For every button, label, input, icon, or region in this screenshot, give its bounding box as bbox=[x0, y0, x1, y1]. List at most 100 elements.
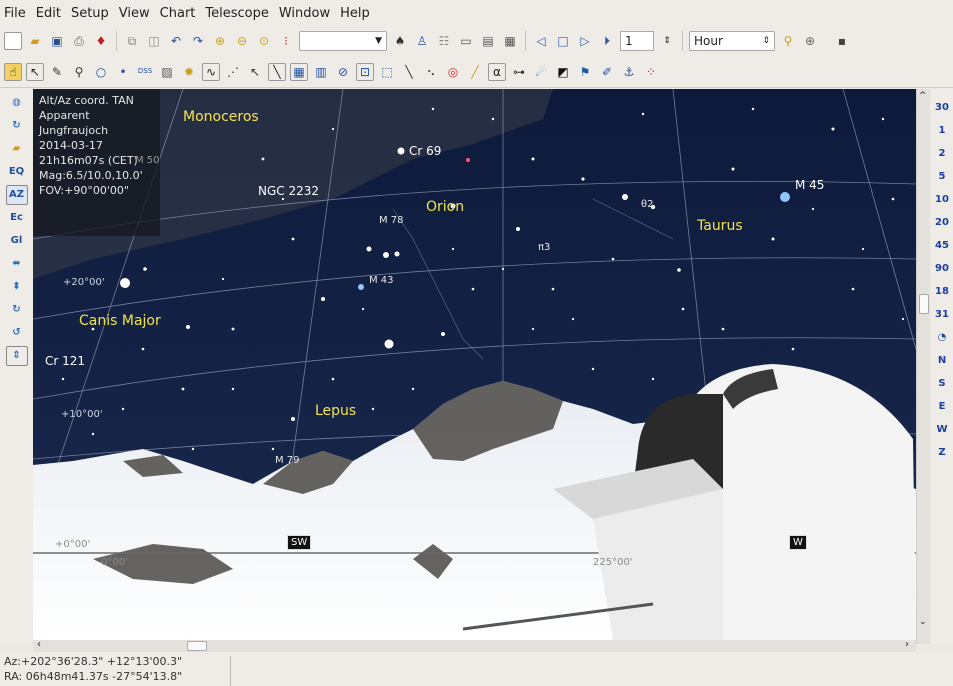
label-lepus[interactable]: Lepus bbox=[315, 403, 356, 419]
new-chart-icon[interactable] bbox=[4, 32, 22, 50]
pin-icon[interactable]: ⚲ bbox=[70, 63, 88, 81]
brush-icon[interactable]: ╲ bbox=[400, 63, 418, 81]
constellation-icon[interactable]: ⠢ bbox=[422, 63, 440, 81]
label-theta2[interactable]: θ2 bbox=[641, 199, 653, 210]
frame-icon[interactable]: ⬚ bbox=[378, 63, 396, 81]
monitor-icon[interactable]: ▭ bbox=[457, 32, 475, 50]
label-m50[interactable]: M 50 bbox=[135, 155, 160, 166]
menu-help[interactable]: Help bbox=[340, 6, 370, 21]
dss-icon[interactable]: DSS bbox=[136, 63, 154, 81]
dots-icon[interactable]: ⁝ bbox=[277, 32, 295, 50]
zoom-31-button[interactable]: 31 bbox=[932, 306, 952, 323]
cursor-icon[interactable]: ↖ bbox=[26, 62, 44, 81]
fast-forward-icon[interactable]: ⏵ bbox=[598, 32, 616, 50]
label-m78[interactable]: M 78 bbox=[379, 215, 404, 226]
horizontal-scrollbar[interactable]: ‹ › bbox=[33, 639, 916, 652]
people-icon[interactable]: ♙ bbox=[413, 32, 431, 50]
stop-icon[interactable]: □ bbox=[554, 32, 572, 50]
az-button[interactable]: AZ bbox=[5, 185, 28, 205]
label-canis-major[interactable]: Canis Major bbox=[79, 313, 161, 329]
east-button[interactable]: E bbox=[932, 398, 952, 415]
scroll-left-icon[interactable]: ‹ bbox=[37, 639, 41, 650]
label-cr121[interactable]: Cr 121 bbox=[45, 354, 85, 368]
zoom-18-button[interactable]: 18 bbox=[932, 283, 952, 300]
menu-chart[interactable]: Chart bbox=[160, 6, 196, 21]
south-button[interactable]: S bbox=[932, 375, 952, 392]
open-folder-icon[interactable]: ▰ bbox=[26, 32, 44, 50]
eq-grid-icon[interactable]: ▥ bbox=[312, 63, 330, 81]
zoom-out-icon[interactable]: ⊖ bbox=[233, 32, 251, 50]
label-m43[interactable]: M 43 bbox=[369, 275, 394, 286]
refresh-icon[interactable]: ↻ bbox=[6, 116, 28, 136]
target-icon[interactable]: ◎ bbox=[444, 63, 462, 81]
label-ngc2232[interactable]: NGC 2232 bbox=[258, 184, 319, 198]
menu-view[interactable]: View bbox=[119, 6, 150, 21]
label-monoceros[interactable]: Monoceros bbox=[183, 109, 259, 125]
binoculars-icon[interactable]: ♠ bbox=[391, 32, 409, 50]
zoom-10-button[interactable]: 10 bbox=[932, 191, 952, 208]
flag-icon[interactable]: ⚑ bbox=[576, 63, 594, 81]
flip-horizontal-icon[interactable]: ⬌ bbox=[6, 254, 28, 274]
wrench-icon[interactable]: ✐ bbox=[598, 63, 616, 81]
north-button[interactable]: N bbox=[932, 352, 952, 369]
zoom-in-icon[interactable]: ⊕ bbox=[211, 32, 229, 50]
gl-button[interactable]: Gl bbox=[6, 231, 28, 251]
time-step-input[interactable]: 1 bbox=[620, 31, 654, 51]
scroll-right-icon[interactable]: › bbox=[905, 639, 909, 650]
spinner-arrows-icon[interactable]: ⇕ bbox=[658, 32, 676, 50]
label-pi3[interactable]: π3 bbox=[538, 242, 550, 253]
comet-icon[interactable]: ☄ bbox=[532, 63, 550, 81]
menu-setup[interactable]: Setup bbox=[71, 6, 109, 21]
globe-icon[interactable]: ◍ bbox=[6, 93, 28, 113]
scroll-down-icon[interactable]: ⌄ bbox=[919, 617, 927, 627]
crosshair-icon[interactable]: ⊕ bbox=[801, 32, 819, 50]
west-button[interactable]: W bbox=[932, 421, 952, 438]
table-icon[interactable]: ▦ bbox=[501, 32, 519, 50]
rotate-ccw-icon[interactable]: ↺ bbox=[6, 323, 28, 343]
menu-file[interactable]: File bbox=[4, 6, 26, 21]
label-orion[interactable]: Orion bbox=[426, 199, 464, 215]
zoom-20-button[interactable]: 20 bbox=[932, 214, 952, 231]
folder-icon[interactable]: ▰ bbox=[6, 139, 28, 159]
telescope-icon[interactable]: ⚲ bbox=[779, 32, 797, 50]
stars-icon[interactable]: ⋰ bbox=[224, 63, 242, 81]
redo-icon[interactable]: ↷ bbox=[189, 32, 207, 50]
zoom-90-button[interactable]: 90 bbox=[932, 260, 952, 277]
zoom-45-button[interactable]: 45 bbox=[932, 237, 952, 254]
label-m45[interactable]: M 45 bbox=[795, 178, 824, 192]
zoom-1-button[interactable]: 1 bbox=[932, 122, 952, 139]
zenith-button[interactable]: Z bbox=[932, 444, 952, 461]
compass-icon[interactable]: ⊡ bbox=[356, 62, 374, 81]
star-ring-icon[interactable]: ○ bbox=[92, 63, 110, 81]
dot-icon[interactable]: • bbox=[114, 63, 132, 81]
sky-chart[interactable]: Alt/Az coord. TAN Apparent Jungfraujoch … bbox=[33, 89, 916, 640]
grid-icon[interactable]: ▦ bbox=[290, 62, 308, 81]
label-m79[interactable]: M 79 bbox=[275, 455, 300, 466]
zoom-30-button[interactable]: 30 bbox=[932, 99, 952, 116]
print-icon[interactable]: ⎙ bbox=[70, 32, 88, 50]
step-back-icon[interactable]: ◁ bbox=[532, 32, 550, 50]
eq-button[interactable]: EQ bbox=[6, 162, 28, 182]
flip-vertical-icon[interactable]: ⬍ bbox=[6, 277, 28, 297]
zoom-2-button[interactable]: 2 bbox=[932, 145, 952, 162]
zoom-fit-icon[interactable]: ⊙ bbox=[255, 32, 273, 50]
rotate-cw-icon[interactable]: ↻ bbox=[6, 300, 28, 320]
label-taurus[interactable]: Taurus bbox=[697, 218, 743, 234]
zoom-5-button[interactable]: 5 bbox=[932, 168, 952, 185]
ruler-icon[interactable]: ╱ bbox=[466, 63, 484, 81]
copy-icon[interactable]: ⧉ bbox=[123, 32, 141, 50]
clock-icon[interactable]: ◔ bbox=[932, 329, 952, 346]
circle-slash-icon[interactable]: ⊘ bbox=[334, 63, 352, 81]
pin-icon[interactable]: ♦ bbox=[92, 32, 110, 50]
menu-telescope[interactable]: Telescope bbox=[205, 6, 268, 21]
time-unit-select[interactable]: Hour ⇕ bbox=[689, 31, 775, 51]
list-icon[interactable]: ☷ bbox=[435, 32, 453, 50]
points-icon[interactable]: ⁘ bbox=[642, 63, 660, 81]
step-forward-icon[interactable]: ▷ bbox=[576, 32, 594, 50]
lasso-icon[interactable]: ∿ bbox=[202, 62, 220, 81]
toolbar-overflow-icon[interactable]: ▪ bbox=[833, 32, 851, 50]
alpha-icon[interactable]: α bbox=[488, 62, 506, 81]
window-icon[interactable]: ◫ bbox=[145, 32, 163, 50]
search-combo[interactable]: ▼ bbox=[299, 31, 387, 51]
bulb-icon[interactable]: ✹ bbox=[180, 63, 198, 81]
